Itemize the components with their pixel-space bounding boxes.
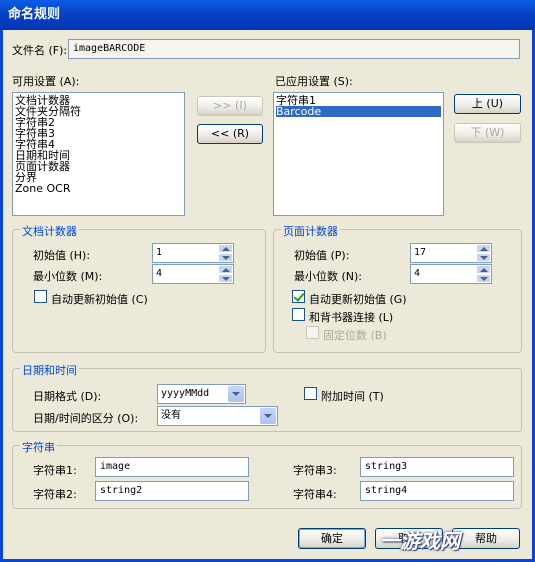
applied-settings-label: 已应用设置 (S):	[275, 75, 353, 88]
add-time-label: 附加时间 (T)	[321, 390, 384, 403]
endorser-link-checkbox[interactable]	[292, 308, 305, 321]
spin-up-icon[interactable]	[476, 265, 491, 274]
doc-auto-update-label: 自动更新初始值 (C)	[51, 293, 148, 306]
checkmark-icon	[293, 290, 305, 302]
fixed-digits-label: 固定位数 (B)	[323, 329, 387, 342]
string3-label: 字符串3:	[293, 464, 337, 477]
date-time-separator-value: 没有	[161, 410, 181, 421]
spin-up-icon[interactable]	[476, 244, 491, 253]
doc-initial-value: 1	[156, 247, 163, 258]
string2-field[interactable]: string2	[95, 481, 249, 501]
page-min-digits-value: 4	[414, 268, 421, 279]
doc-initial-spinner[interactable]: 1	[152, 243, 234, 263]
endorser-link-label: 和背书器连接 (L)	[309, 311, 394, 324]
chevron-down-icon[interactable]	[228, 386, 244, 402]
doc-min-digits-label: 最小位数 (M):	[33, 270, 103, 283]
strings-title: 字符串	[20, 439, 57, 455]
doc-auto-update-checkbox[interactable]	[34, 290, 47, 303]
spin-down-icon[interactable]	[218, 253, 233, 262]
spin-down-icon[interactable]	[476, 274, 491, 283]
move-down-button[interactable]: 下 (W)	[454, 123, 521, 143]
page-initial-value: 17	[414, 247, 427, 258]
string3-field[interactable]: string3	[360, 457, 514, 477]
doc-initial-label: 初始值 (H):	[33, 249, 91, 262]
page-counter-title: 页面计数器	[281, 223, 340, 239]
list-item[interactable]: 页面计数器	[15, 161, 182, 172]
filename-label: 文件名 (F):	[12, 44, 68, 57]
watermark-logo: 一游戏网	[380, 529, 460, 553]
string4-field[interactable]: string4	[360, 481, 514, 501]
doc-min-digits-spinner[interactable]: 4	[152, 264, 234, 284]
fixed-digits-checkbox[interactable]	[306, 326, 319, 339]
add-time-checkbox[interactable]	[304, 387, 317, 400]
remove-button[interactable]: << (R)	[197, 124, 263, 144]
string1-field[interactable]: image	[95, 457, 249, 477]
date-time-title: 日期和时间	[20, 362, 79, 378]
available-settings-list[interactable]: 文档计数器 文件夹分隔符 字符串2 字符串3 字符串4 日期和时间 页面计数器 分界 Zone …	[12, 92, 185, 216]
move-up-button[interactable]: 上 (U)	[454, 94, 521, 114]
list-item[interactable]: Barcode	[276, 106, 441, 117]
date-format-dropdown[interactable]: yyyyMMdd	[157, 384, 246, 404]
spin-down-icon[interactable]	[476, 253, 491, 262]
string1-label: 字符串1:	[33, 464, 77, 477]
available-settings-label: 可用设置 (A):	[12, 75, 80, 88]
applied-settings-list[interactable]: 字符串1 Barcode	[273, 92, 444, 216]
doc-min-digits-value: 4	[156, 268, 163, 279]
title-bar[interactable]: 命名规则	[0, 0, 535, 30]
page-min-digits-spinner[interactable]: 4	[410, 264, 492, 284]
list-item[interactable]: Zone OCR	[15, 183, 182, 194]
page-auto-update-checkbox[interactable]	[292, 290, 305, 303]
spin-up-icon[interactable]	[218, 265, 233, 274]
page-min-digits-label: 最小位数 (N):	[294, 270, 363, 283]
help-button[interactable]: 帮助	[452, 528, 520, 549]
spin-down-icon[interactable]	[218, 274, 233, 283]
date-format-label: 日期格式 (D):	[33, 390, 102, 403]
string2-label: 字符串2:	[33, 488, 77, 501]
spin-up-icon[interactable]	[218, 244, 233, 253]
page-initial-spinner[interactable]: 17	[410, 243, 492, 263]
chevron-down-icon[interactable]	[260, 408, 276, 424]
page-auto-update-label: 自动更新初始值 (G)	[309, 293, 407, 306]
date-time-separator-dropdown[interactable]: 没有	[157, 406, 278, 426]
window-title: 命名规则	[8, 7, 61, 22]
document-counter-title: 文档计数器	[20, 223, 79, 239]
date-format-value: yyyyMMdd	[161, 388, 210, 399]
string4-label: 字符串4:	[293, 488, 337, 501]
add-button[interactable]: >> (I)	[197, 96, 263, 116]
date-time-separator-label: 日期/时间的区分 (O):	[33, 412, 139, 425]
ok-button[interactable]: 确定	[298, 528, 366, 549]
page-initial-label: 初始值 (P):	[294, 249, 350, 262]
filename-field[interactable]: imageBARCODE	[68, 39, 520, 59]
